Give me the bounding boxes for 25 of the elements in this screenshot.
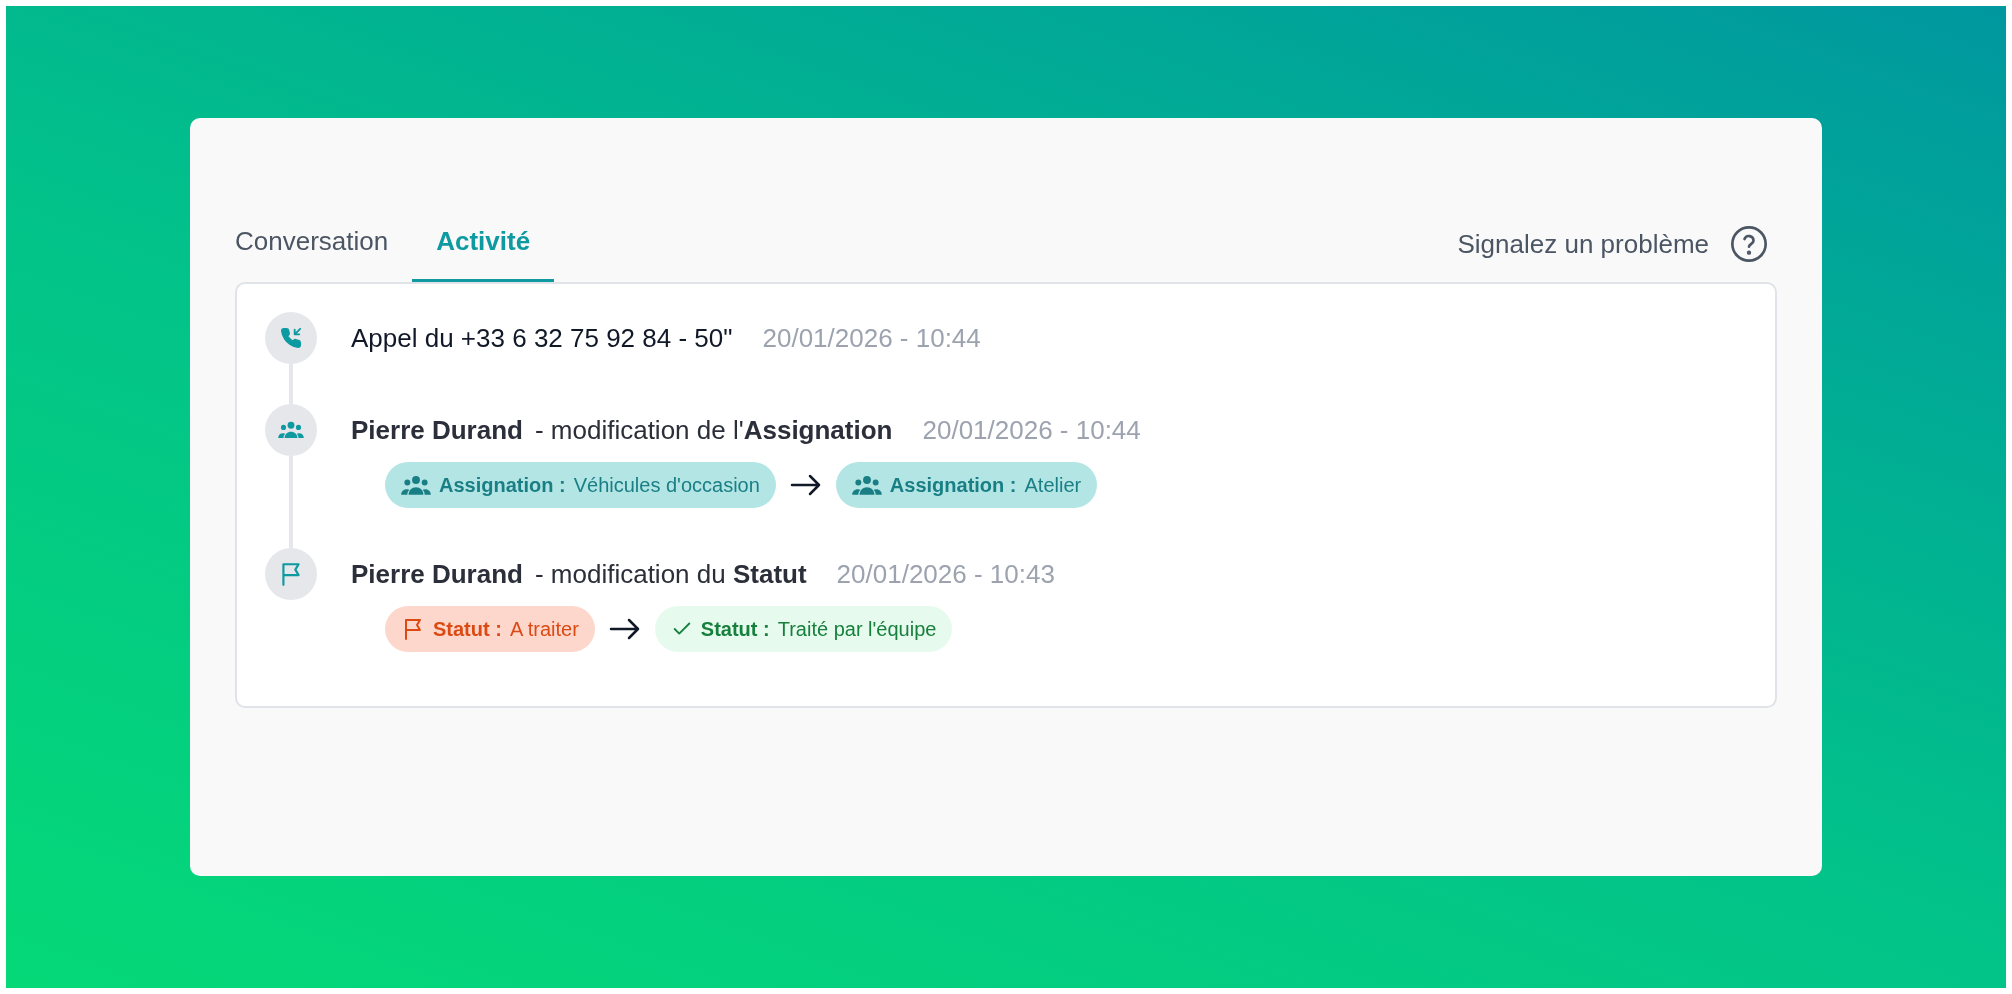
tag-label: Statut :: [433, 617, 502, 642]
author-name: Pierre Durand: [351, 557, 523, 591]
tag-label: Assignation :: [439, 473, 566, 498]
tab[interactable]: Conversation: [235, 218, 389, 282]
arrow-right-icon: [789, 473, 822, 497]
tag-value: Véhicules d'occasion: [573, 473, 760, 498]
tag-label: Assignation :: [889, 473, 1017, 498]
tag-value: Traité par l'équipe: [777, 617, 937, 642]
event-text: Appel du +33 6 32 75 92 84 - 50": [351, 321, 733, 355]
help-icon: [1729, 224, 1769, 264]
people-icon: [851, 474, 882, 496]
event-time: 20/01/2026 - 10:44: [922, 413, 1141, 447]
event-time: 20/01/2026 - 10:43: [836, 557, 1055, 591]
tag-label: Statut :: [700, 617, 770, 642]
incoming-call-icon: [280, 327, 302, 349]
people-icon: [401, 474, 431, 496]
author-name: Pierre Durand: [351, 413, 523, 447]
tag-value: Atelier: [1024, 473, 1082, 498]
report-problem-link[interactable]: Signalez un problème: [1457, 224, 1769, 282]
people-icon: [278, 420, 304, 440]
event-text: - modification du Statut: [534, 557, 807, 591]
tag-value: A traiter: [509, 617, 579, 642]
event-time: 20/01/2026 - 10:44: [762, 321, 981, 355]
arrow-right-icon: [608, 617, 641, 641]
event-text: - modification de l'Assignation: [534, 413, 893, 447]
